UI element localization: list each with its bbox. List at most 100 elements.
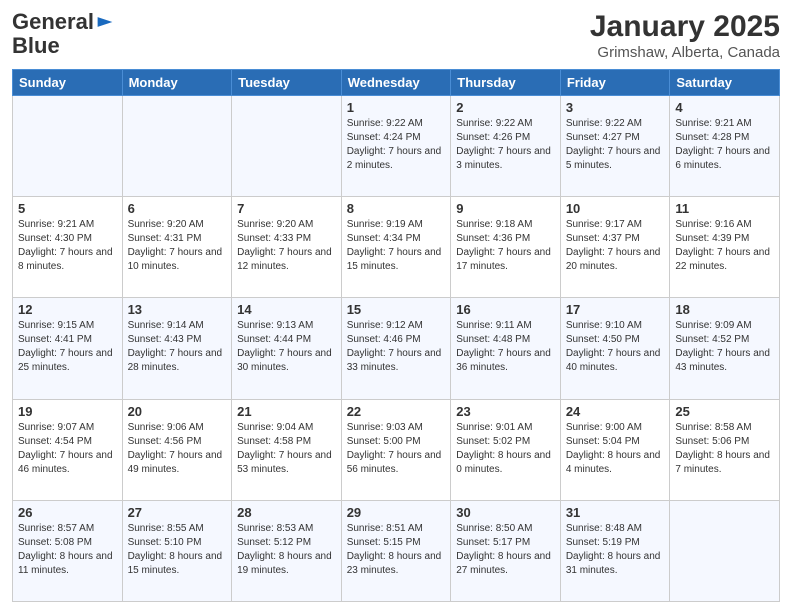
- daylight-text: Daylight: 8 hours and 23 minutes.: [347, 551, 442, 576]
- day-number: 31: [566, 505, 665, 520]
- sunrise-text: Sunrise: 9:09 AM: [675, 320, 751, 331]
- table-row: 23 Sunrise: 9:01 AM Sunset: 5:02 PM Dayligh…: [451, 399, 561, 500]
- cell-info: Sunrise: 9:06 AMSunset: 4:56 PMDaylight:…: [128, 421, 227, 477]
- day-number: 11: [675, 201, 774, 216]
- cell-info: Sunrise: 8:50 AMSunset: 5:17 PMDaylight:…: [456, 522, 555, 578]
- day-number: 3: [566, 100, 665, 115]
- day-number: 10: [566, 201, 665, 216]
- calendar-table: Sunday Monday Tuesday Wednesday Thursday…: [12, 69, 780, 602]
- sunrise-text: Sunrise: 8:51 AM: [347, 523, 423, 534]
- cell-info: Sunrise: 9:07 AMSunset: 4:54 PMDaylight:…: [18, 421, 117, 477]
- sunset-text: Sunset: 4:28 PM: [675, 132, 749, 143]
- daylight-text: Daylight: 7 hours and 10 minutes.: [128, 247, 223, 272]
- day-number: 27: [128, 505, 227, 520]
- day-number: 14: [237, 302, 336, 317]
- sunset-text: Sunset: 4:34 PM: [347, 233, 421, 244]
- sunrise-text: Sunrise: 9:22 AM: [347, 118, 423, 129]
- day-number: 1: [347, 100, 446, 115]
- day-number: 21: [237, 404, 336, 419]
- sunset-text: Sunset: 4:31 PM: [128, 233, 202, 244]
- table-row: 15Sunrise: 9:12 AMSunset: 4:46 PMDayligh…: [341, 298, 451, 399]
- table-row: 27Sunrise: 8:55 AMSunset: 5:10 PMDayligh…: [122, 500, 232, 601]
- table-row: 30Sunrise: 8:50 AMSunset: 5:17 PMDayligh…: [451, 500, 561, 601]
- sunrise-text: Sunrise: 9:17 AM: [566, 219, 642, 230]
- day-number: 26: [18, 505, 117, 520]
- sunset-text: Sunset: 5:02 PM: [456, 436, 530, 447]
- sunset-text: Sunset: 4:50 PM: [566, 334, 640, 345]
- day-number: 19: [18, 404, 117, 419]
- logo-text: General: [12, 10, 114, 34]
- sunrise-text: Sunrise: 8:48 AM: [566, 523, 642, 534]
- table-row: 8Sunrise: 9:19 AMSunset: 4:34 PMDaylight…: [341, 197, 451, 298]
- cell-info: Sunrise: 9:21 AMSunset: 4:28 PMDaylight:…: [675, 117, 774, 173]
- daylight-text: Daylight: 7 hours and 56 minutes.: [347, 450, 442, 475]
- day-number: 7: [237, 201, 336, 216]
- cell-info: Sunrise: 9:14 AMSunset: 4:43 PMDaylight:…: [128, 319, 227, 375]
- cell-info: Sunrise: 9:16 AMSunset: 4:39 PMDaylight:…: [675, 218, 774, 274]
- sunset-text: Sunset: 5:19 PM: [566, 537, 640, 548]
- table-row: [13, 96, 123, 197]
- cell-info: Sunrise: 9:15 AMSunset: 4:41 PMDaylight:…: [18, 319, 117, 375]
- day-number: 8: [347, 201, 446, 216]
- day-number: 24: [566, 404, 665, 419]
- sunset-text: Sunset: 5:04 PM: [566, 436, 640, 447]
- cell-info: Sunrise: 8:48 AMSunset: 5:19 PMDaylight:…: [566, 522, 665, 578]
- logo-arrow-icon: [96, 15, 114, 29]
- col-saturday: Saturday: [670, 70, 780, 96]
- daylight-text: Daylight: 8 hours and 11 minutes.: [18, 551, 113, 576]
- daylight-text: Daylight: 8 hours and 0 minutes.: [456, 450, 551, 475]
- sunset-text: Sunset: 4:36 PM: [456, 233, 530, 244]
- day-number: 23: [456, 404, 555, 419]
- cell-info: Sunrise: 8:51 AM Sunset: 5:15 PM Daylight:…: [347, 522, 446, 578]
- sunset-text: Sunset: 4:58 PM: [237, 436, 311, 447]
- sunset-text: Sunset: 4:46 PM: [347, 334, 421, 345]
- sunrise-text: Sunrise: 9:15 AM: [18, 320, 94, 331]
- sunrise-text: Sunrise: 8:53 AM: [237, 523, 313, 534]
- table-row: 31Sunrise: 8:48 AMSunset: 5:19 PMDayligh…: [560, 500, 670, 601]
- sunset-text: Sunset: 5:15 PM: [347, 537, 421, 548]
- table-row: 22Sunrise: 9:03 AMSunset: 5:00 PMDayligh…: [341, 399, 451, 500]
- sunset-text: Sunset: 4:41 PM: [18, 334, 92, 345]
- cell-info: Sunrise: 9:11 AMSunset: 4:48 PMDaylight:…: [456, 319, 555, 375]
- table-row: [232, 96, 342, 197]
- table-row: 17Sunrise: 9:10 AMSunset: 4:50 PMDayligh…: [560, 298, 670, 399]
- daylight-text: Daylight: 7 hours and 46 minutes.: [18, 450, 113, 475]
- daylight-text: Daylight: 8 hours and 19 minutes.: [237, 551, 332, 576]
- location: Grimshaw, Alberta, Canada: [590, 44, 780, 61]
- sunset-text: Sunset: 5:17 PM: [456, 537, 530, 548]
- sunset-text: Sunset: 4:27 PM: [566, 132, 640, 143]
- sunrise-text: Sunrise: 8:58 AM: [675, 422, 751, 433]
- daylight-text: Daylight: 7 hours and 5 minutes.: [566, 146, 661, 171]
- table-row: 20 Sunrise: 9:06 AMSunset: 4:56 PMDayligh…: [122, 399, 232, 500]
- cell-info: Sunrise: 9:17 AMSunset: 4:37 PMDaylight:…: [566, 218, 665, 274]
- sunrise-text: Sunrise: 8:50 AM: [456, 523, 532, 534]
- sunset-text: Sunset: 4:30 PM: [18, 233, 92, 244]
- sunrise-text: Sunrise: 9:21 AM: [18, 219, 94, 230]
- sunrise-text: Sunrise: 9:04 AM: [237, 422, 313, 433]
- col-tuesday: Tuesday: [232, 70, 342, 96]
- table-row: [122, 96, 232, 197]
- day-number: 28: [237, 505, 336, 520]
- col-sunday: Sunday: [13, 70, 123, 96]
- cell-info: Sunrise: 9:12 AMSunset: 4:46 PMDaylight:…: [347, 319, 446, 375]
- daylight-text: Daylight: 7 hours and 40 minutes.: [566, 348, 661, 373]
- day-number: 5: [18, 201, 117, 216]
- day-number: 6: [128, 201, 227, 216]
- table-row: 7Sunrise: 9:20 AMSunset: 4:33 PMDaylight…: [232, 197, 342, 298]
- cell-info: Sunrise: 8:53 AMSunset: 5:12 PMDaylight:…: [237, 522, 336, 578]
- logo-blue-text: Blue: [12, 33, 60, 58]
- table-row: 25Sunrise: 8:58 AMSunset: 5:06 PMDayligh…: [670, 399, 780, 500]
- daylight-text: Daylight: 7 hours and 2 minutes.: [347, 146, 442, 171]
- daylight-text: Daylight: 7 hours and 53 minutes.: [237, 450, 332, 475]
- day-number: 12: [18, 302, 117, 317]
- table-row: 21 Sunrise: 9:04 AM Sunset: 4:58 PM Dayligh…: [232, 399, 342, 500]
- day-number: 20: [128, 404, 227, 419]
- logo: General Blue: [12, 10, 114, 58]
- day-number: 25: [675, 404, 774, 419]
- cell-info: Sunrise: 9:09 AMSunset: 4:52 PMDaylight:…: [675, 319, 774, 375]
- cell-info: Sunrise: 9:22 AMSunset: 4:24 PMDaylight:…: [347, 117, 446, 173]
- sunrise-text: Sunrise: 9:01 AM: [456, 422, 532, 433]
- table-row: 11 Sunrise: 9:16 AMSunset: 4:39 PMDayligh…: [670, 197, 780, 298]
- daylight-text: Daylight: 7 hours and 36 minutes.: [456, 348, 551, 373]
- cell-info: Sunrise: 9:10 AMSunset: 4:50 PMDaylight:…: [566, 319, 665, 375]
